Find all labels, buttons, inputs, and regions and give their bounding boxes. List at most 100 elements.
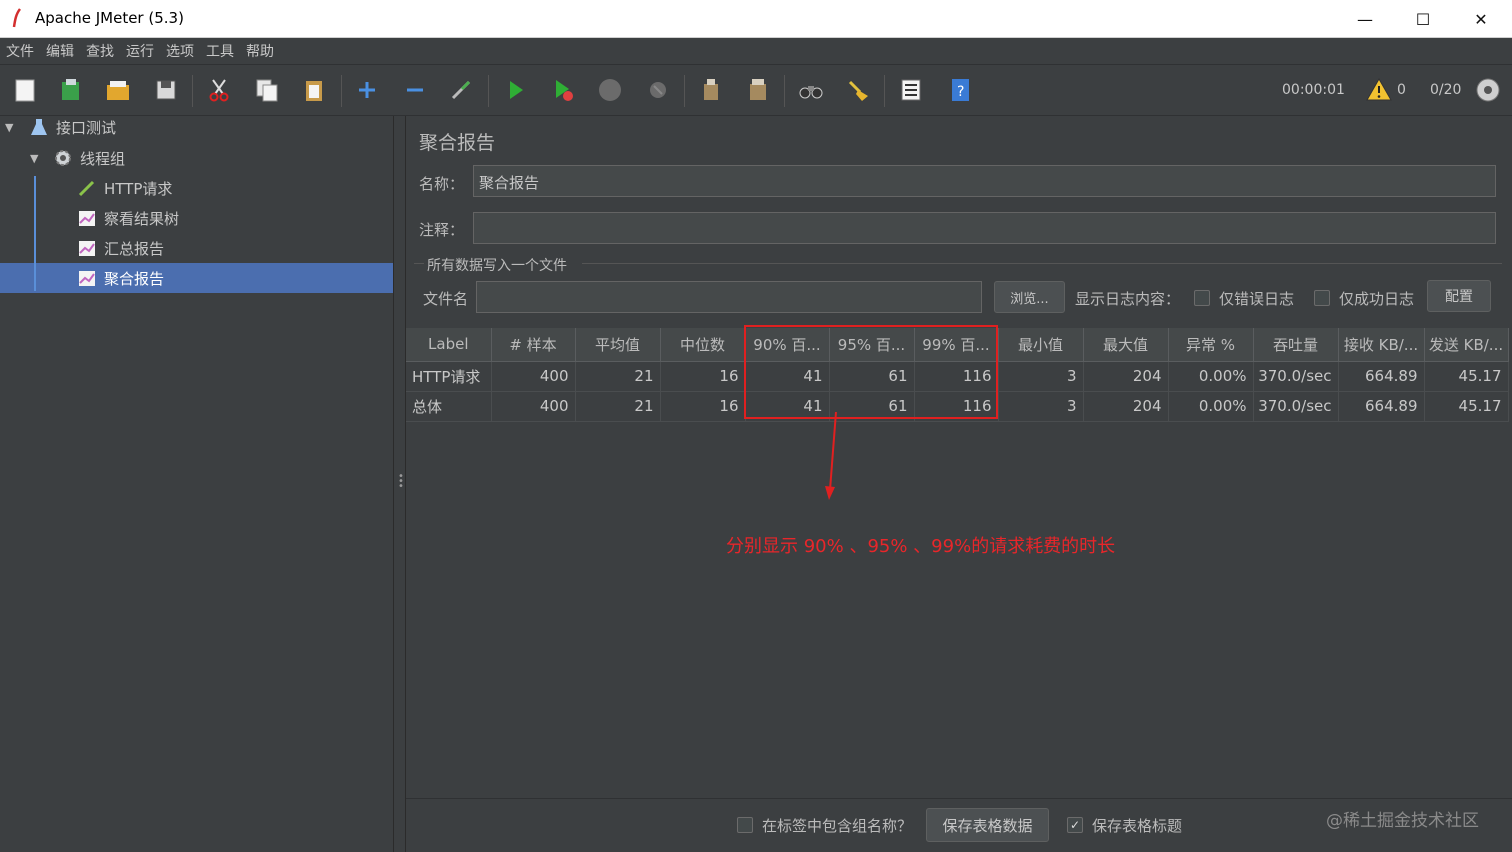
column-header[interactable]: Label — [406, 328, 492, 362]
copy-button[interactable] — [252, 75, 282, 105]
save-table-data-button[interactable]: 保存表格数据 — [926, 808, 1049, 842]
success-only-label: 仅成功日志 — [1339, 290, 1415, 308]
file-group-title: 所有数据写入一个文件 — [427, 258, 567, 274]
include-group-label: 在标签中包含组名称？ — [762, 817, 913, 835]
help-book-icon: ? — [952, 79, 969, 101]
open-button[interactable] — [103, 75, 133, 105]
chart-icon — [76, 237, 98, 259]
collapse-button[interactable] — [400, 75, 430, 105]
search-button[interactable] — [796, 75, 826, 105]
menu-options[interactable]: 选项 — [166, 41, 194, 61]
toggle-wand-icon — [451, 80, 471, 100]
tree-item-test-plan[interactable]: 接口测试 — [28, 113, 116, 141]
column-header[interactable]: 中位数 — [660, 328, 746, 362]
annotation-text: 分别显示 90% 、95% 、99%的请求耗费的时长 — [726, 536, 1116, 557]
globe-icon — [1476, 78, 1500, 102]
start-button[interactable] — [500, 75, 530, 105]
scissors-icon — [209, 79, 229, 102]
filename-field[interactable] — [476, 281, 982, 313]
percentile-highlight-box — [744, 325, 998, 419]
group-border — [414, 263, 424, 264]
column-header[interactable]: 最小值 — [998, 328, 1084, 362]
shutdown-icon — [650, 82, 666, 98]
stop-button[interactable] — [595, 75, 625, 105]
pipette-icon — [76, 177, 98, 199]
table-cell: 370.0/sec — [1253, 391, 1339, 422]
column-header[interactable]: # 样本 — [491, 328, 576, 362]
expand-arrow-icon[interactable]: ▼ — [30, 152, 38, 165]
errors-only-label: 仅错误日志 — [1219, 290, 1295, 308]
name-field[interactable]: 聚合报告 — [473, 165, 1496, 197]
table-cell: 664.89 — [1338, 361, 1425, 392]
table-cell: 总体 — [406, 391, 492, 422]
tree-guide-line — [34, 176, 36, 291]
function-helper-button[interactable] — [896, 75, 926, 105]
include-group-checkbox[interactable] — [737, 817, 753, 833]
configure-button[interactable]: 配置 — [1427, 280, 1491, 312]
shutdown-button[interactable] — [643, 75, 673, 105]
tree-item-thread-group[interactable]: 线程组 — [52, 144, 125, 172]
minimize-button[interactable]: — — [1336, 0, 1394, 38]
expand-button[interactable] — [352, 75, 382, 105]
menu-search[interactable]: 查找 — [86, 41, 114, 61]
cut-button[interactable] — [204, 75, 234, 105]
table-cell: 3 — [998, 391, 1084, 422]
templates-button[interactable] — [56, 75, 86, 105]
menu-tools[interactable]: 工具 — [206, 41, 234, 61]
column-header[interactable]: 最大值 — [1083, 328, 1169, 362]
browse-button[interactable]: 浏览... — [994, 281, 1065, 313]
menu-file[interactable]: 文件 — [6, 41, 34, 61]
table-cell: 45.17 — [1424, 361, 1509, 392]
table-cell: HTTP请求 — [406, 361, 492, 392]
tree-item-view-results-tree[interactable]: 察看结果树 — [76, 204, 179, 232]
chart-icon — [76, 207, 98, 229]
help-button[interactable]: ? — [945, 75, 975, 105]
clear-all-button[interactable] — [743, 75, 773, 105]
column-header[interactable]: 发送 KB/... — [1424, 328, 1509, 362]
open-folder-icon — [107, 81, 129, 100]
close-button[interactable]: ✕ — [1452, 0, 1510, 38]
column-header[interactable]: 接收 KB/... — [1338, 328, 1425, 362]
menu-run[interactable]: 运行 — [126, 41, 154, 61]
toolbar-separator — [784, 75, 785, 107]
menu-bar: 文件 编辑 查找 运行 选项 工具 帮助 — [0, 38, 1512, 63]
tree-item-label: 线程组 — [80, 149, 126, 168]
tree-item-aggregate-report[interactable]: 聚合报告 — [76, 264, 164, 292]
clear-button[interactable] — [696, 75, 726, 105]
window-title: Apache JMeter (5.3) — [35, 9, 184, 27]
errors-only-checkbox[interactable] — [1194, 290, 1210, 306]
tree-item-label: HTTP请求 — [104, 179, 173, 198]
tree-item-label: 聚合报告 — [104, 269, 165, 288]
reset-search-button[interactable] — [843, 75, 873, 105]
menu-edit[interactable]: 编辑 — [46, 41, 74, 61]
toggle-button[interactable] — [446, 75, 476, 105]
log-viewer-button[interactable] — [1364, 75, 1394, 105]
column-header[interactable]: 吞吐量 — [1253, 328, 1339, 362]
expand-arrow-icon[interactable]: ▼ — [5, 121, 13, 134]
success-only-checkbox[interactable] — [1314, 290, 1330, 306]
aggregate-report-panel: 聚合报告 名称： 聚合报告 注释： 所有数据写入一个文件 文件名 浏览... 显… — [406, 116, 1512, 852]
svg-text:?: ? — [957, 84, 964, 100]
jmeter-feather-icon — [12, 8, 22, 28]
save-button[interactable] — [151, 75, 181, 105]
table-cell: 21 — [575, 391, 661, 422]
remote-status-button[interactable] — [1473, 75, 1503, 105]
column-header[interactable]: 平均值 — [575, 328, 661, 362]
paste-button[interactable] — [299, 75, 329, 105]
save-header-checkbox[interactable]: ✓ — [1067, 817, 1083, 833]
play-icon — [510, 81, 523, 99]
start-no-pauses-button[interactable] — [548, 75, 578, 105]
maximize-button[interactable]: ☐ — [1394, 0, 1452, 38]
new-button[interactable] — [10, 75, 40, 105]
annotation-arrow-icon — [825, 412, 837, 500]
watermark: @稀土掘金技术社区 — [1326, 811, 1479, 831]
tree-item-summary-report[interactable]: 汇总报告 — [76, 234, 164, 262]
table-cell: 204 — [1083, 391, 1169, 422]
table-cell: 21 — [575, 361, 661, 392]
toolbar-separator — [488, 75, 489, 107]
split-pane-divider[interactable]: • • • — [393, 116, 406, 852]
comment-field[interactable] — [473, 212, 1496, 244]
tree-item-http-request[interactable]: HTTP请求 — [76, 174, 172, 202]
column-header[interactable]: 异常 % — [1168, 328, 1254, 362]
menu-help[interactable]: 帮助 — [246, 41, 274, 61]
